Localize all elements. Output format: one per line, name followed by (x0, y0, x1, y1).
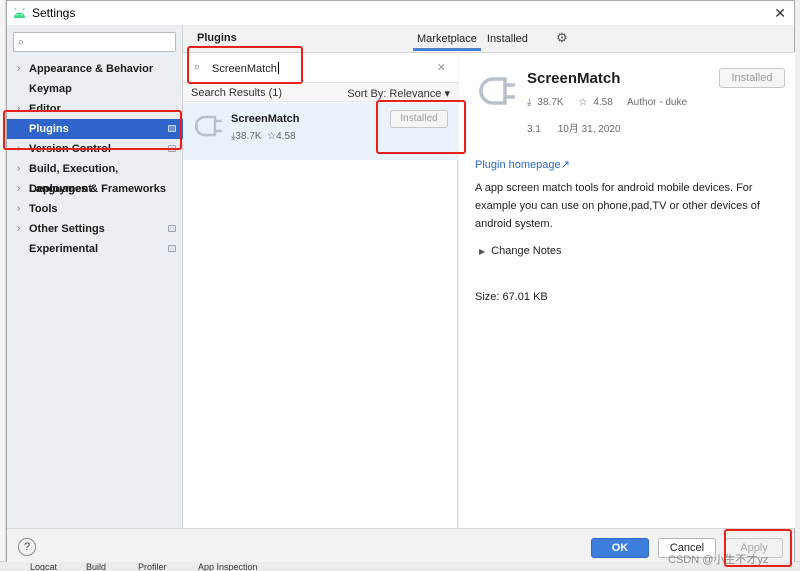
triangle-right-icon: ▶ (479, 247, 486, 256)
sidebar-item-experimental[interactable]: Experimental (7, 239, 183, 259)
sidebar-item-version-control[interactable]: › Version Control (7, 139, 183, 159)
sidebar-item-tools[interactable]: › Tools (7, 199, 183, 219)
plugin-downloads: 38.7K (537, 97, 564, 108)
plugins-list-panel: Plugins ⌕ ScreenMatch ✕ Search Results (… (183, 25, 458, 528)
sidebar-item-label: Plugins (29, 123, 69, 135)
star-icon: ☆ (578, 97, 588, 108)
project-settings-icon (168, 145, 176, 152)
chevron-right-icon: › (17, 183, 21, 194)
plugin-homepage-link[interactable]: Plugin homepage↗ (475, 158, 570, 171)
sidebar-item-languages[interactable]: › Languages & Frameworks (7, 179, 183, 199)
window-title: Settings (32, 6, 76, 20)
plugin-icon (195, 115, 222, 137)
plugin-downloads: 38.7K (235, 131, 262, 142)
tab-marketplace[interactable]: Marketplace (413, 31, 481, 51)
android-icon (14, 7, 25, 18)
sidebar-item-label: Other Settings (29, 223, 105, 235)
plugin-description: A app screen match tools for android mob… (475, 182, 760, 230)
external-link-icon: ↗ (560, 159, 570, 171)
plugin-version: 3.1 (527, 124, 541, 135)
title-bar: Settings ✕ (7, 1, 794, 25)
gear-icon[interactable]: ⚙ (556, 30, 568, 46)
project-settings-icon (168, 125, 176, 132)
plugin-detail-stats: ⤓ 38.7K ☆ 4.58 Author - duke (527, 97, 693, 108)
plugin-rating: 4.58 (593, 97, 613, 108)
plugin-homepage-label: Plugin homepage (475, 159, 561, 171)
chevron-right-icon: › (17, 103, 21, 114)
tab-installed[interactable]: Installed (483, 31, 532, 51)
plugin-stats: ⤓38.7K ☆4.58 (231, 131, 296, 142)
sidebar-item-label: Languages & Frameworks (29, 183, 166, 195)
clear-search-icon[interactable]: ✕ (437, 61, 446, 74)
chevron-right-icon: › (17, 143, 21, 154)
sort-label: Sort By: Relevance (347, 88, 442, 100)
plugin-tabs: Marketplace Installed (413, 31, 534, 51)
chevron-down-icon: ▾ (444, 88, 450, 100)
installed-button[interactable]: Installed (390, 110, 448, 128)
chevron-right-icon: › (17, 163, 21, 174)
chevron-right-icon: › (17, 223, 21, 234)
ok-button[interactable]: OK (591, 538, 649, 558)
plugin-name: ScreenMatch (231, 113, 300, 125)
plugin-detail-name: ScreenMatch (527, 70, 621, 87)
sidebar-item-label: Keymap (29, 83, 72, 95)
chevron-right-icon: › (17, 203, 21, 214)
installed-button[interactable]: Installed (719, 68, 785, 88)
change-notes-label: Change Notes (491, 245, 562, 257)
sidebar-item-build[interactable]: › Build, Execution, Deployment (7, 159, 183, 195)
settings-sidebar: ⌕ › Appearance & Behavior Keymap › Edito… (7, 25, 183, 528)
bg-tab-build: Build (86, 562, 107, 571)
close-icon[interactable]: ✕ (774, 5, 786, 22)
sidebar-item-plugins[interactable]: Plugins (7, 119, 183, 139)
results-count: Search Results (1) (191, 87, 283, 99)
plugin-author: Author - duke (627, 97, 688, 108)
download-icon: ⤓ (527, 97, 532, 108)
sidebar-item-label: Experimental (29, 243, 99, 255)
change-notes-toggle[interactable]: ▶ Change Notes (479, 245, 561, 257)
watermark: CSDN @小生不才yz (668, 554, 769, 566)
plugin-date: 10月 31, 2020 (557, 124, 621, 135)
search-icon: ⌕ (194, 61, 201, 73)
sidebar-item-label: Appearance & Behavior (29, 63, 154, 75)
plugin-size: Size: 67.01 KB (475, 291, 548, 303)
bg-tab-app-inspection: App Inspection (198, 562, 258, 571)
settings-dialog: Settings ✕ ⌕ › Appearance & Behavior Key… (6, 0, 795, 562)
help-icon[interactable]: ? (18, 538, 36, 556)
plugin-rating: 4.58 (276, 131, 296, 142)
sort-dropdown[interactable]: Sort By: Relevance ▾ (347, 87, 450, 100)
plugin-search-input[interactable]: ⌕ ScreenMatch ✕ (183, 53, 458, 83)
bg-tab-logcat: Logcat (30, 562, 58, 571)
plugin-icon (479, 77, 515, 105)
sidebar-item-keymap[interactable]: Keymap (7, 79, 183, 99)
project-settings-icon (168, 245, 176, 252)
plugin-search-value: ScreenMatch (212, 63, 277, 75)
sidebar-item-editor[interactable]: › Editor (7, 99, 183, 119)
plugin-list-item[interactable]: ScreenMatch ⤓38.7K ☆4.58 Installed (183, 103, 458, 160)
chevron-right-icon: › (17, 63, 21, 74)
page-title: Plugins (197, 32, 237, 44)
text-caret (277, 62, 279, 74)
bg-tab-profiler: Profiler (138, 562, 167, 571)
sidebar-item-other-settings[interactable]: › Other Settings (7, 219, 183, 239)
sidebar-item-appearance[interactable]: › Appearance & Behavior (7, 59, 183, 79)
star-icon: ☆ (267, 131, 277, 142)
search-icon: ⌕ (18, 36, 25, 48)
settings-search-input[interactable]: ⌕ (13, 32, 176, 52)
results-bar: Search Results (1) Sort By: Relevance ▾ (183, 84, 458, 102)
sidebar-item-label: Editor (29, 103, 61, 115)
sidebar-item-label: Version Control (29, 143, 111, 155)
sidebar-item-label: Tools (29, 203, 58, 215)
plugin-version-info: 3.1 10月 31, 2020 (527, 120, 635, 135)
plugin-detail-panel: ScreenMatch Installed ⤓ 38.7K ☆ 4.58 Autho… (459, 53, 795, 528)
project-settings-icon (168, 225, 176, 232)
